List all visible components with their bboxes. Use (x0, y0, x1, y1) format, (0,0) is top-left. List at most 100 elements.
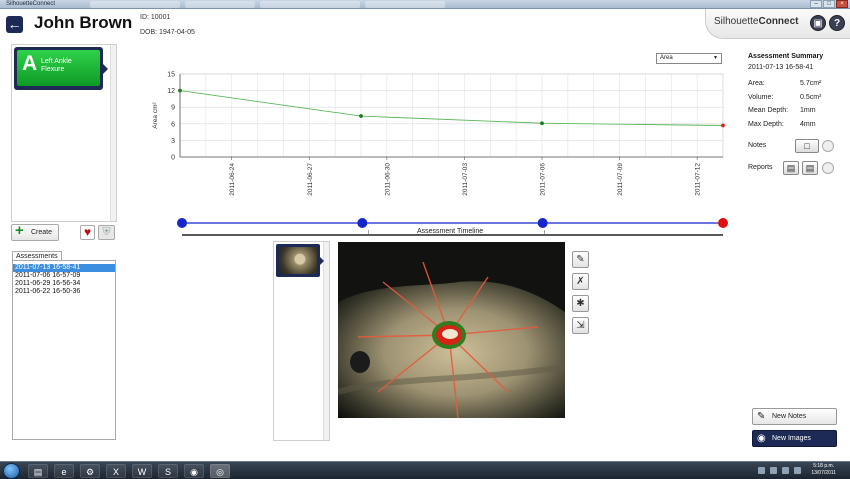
spreadsheet-icon[interactable]: X (106, 464, 126, 478)
y-tick-label: 3 (171, 138, 175, 145)
document-icon[interactable]: W (132, 464, 152, 478)
metric-select[interactable]: Area ▼ (656, 53, 722, 64)
export-icon: ⇲ (576, 320, 585, 331)
window-title: SilhouetteConnect (6, 1, 56, 7)
new-notes-button[interactable]: ✎ New Notes (752, 408, 837, 425)
y-tick-label: 15 (167, 72, 175, 79)
report-button-1[interactable]: ▤ (783, 161, 799, 175)
assessments-list: 2011-07-13 16-58-41 2011-07-06 16-57-09 20… (12, 260, 116, 440)
summary-label: Max Depth: (748, 120, 784, 128)
start-button[interactable] (3, 463, 20, 479)
assessment-item[interactable]: 2011-07-06 16-57-09 (13, 272, 115, 280)
y-tick-label: 0 (171, 155, 175, 162)
x-tick-label: 2011-06-24 (229, 163, 236, 196)
axes-icon: ✱ (576, 298, 585, 309)
clock-date: 13/07/2011 (811, 470, 836, 476)
brand-logo: SilhouetteConnect (714, 16, 798, 27)
silhouette-app-icon[interactable]: ◎ (210, 464, 230, 478)
report-button-2[interactable]: ▤ (802, 161, 818, 175)
chat-icon[interactable]: S (158, 464, 178, 478)
tools-icon[interactable]: ⚙ (80, 464, 100, 478)
firefox-icon[interactable]: ◉ (184, 464, 204, 478)
taskbar: ▤ e ⚙ X W S ◉ ◎ 5:18 p.m. 13/07/2011 (0, 461, 850, 479)
notes-info-icon[interactable] (822, 140, 834, 152)
maximize-button[interactable]: □ (823, 0, 835, 8)
wound-label: Left Ankle Flexure (41, 58, 72, 73)
wound-card-face: A Left Ankle Flexure (17, 50, 100, 86)
summary-value: 5.7cm² (800, 80, 822, 87)
new-images-button[interactable]: ◉ New Images (752, 430, 837, 447)
help-icon[interactable]: ? (829, 15, 845, 31)
new-notes-icon: ✎ (757, 411, 766, 422)
lock-icon[interactable]: ▣ (810, 15, 826, 31)
notes-label: Notes (748, 142, 767, 149)
brand-text-1: Silhouette (714, 16, 759, 27)
wound-photo[interactable] (338, 242, 565, 418)
wound-card[interactable]: A Left Ankle Flexure (14, 47, 103, 90)
y-tick-label: 12 (167, 88, 175, 95)
export-tool-button[interactable]: ⇲ (572, 317, 589, 334)
new-notes-label: New Notes (772, 413, 807, 420)
trace-tool-button[interactable]: ✗ (572, 273, 589, 290)
thumbnail-scrollbar[interactable] (323, 242, 329, 440)
data-point (721, 123, 725, 128)
pencil-tool-button[interactable]: ✎ (572, 251, 589, 268)
summary-value: 0.5cm³ (800, 93, 822, 101)
summary-label: Volume: (748, 93, 774, 101)
thumbnail-image (279, 247, 317, 274)
close-button[interactable]: × (836, 0, 848, 8)
background-tab (90, 1, 180, 8)
create-button[interactable]: + Create (11, 223, 59, 241)
camera-icon: ◉ (757, 433, 766, 444)
report-icon: ▤ (805, 163, 815, 173)
pencil-icon: ✎ (576, 254, 585, 265)
reports-info-icon[interactable] (822, 162, 834, 174)
y-tick-label: 6 (171, 121, 175, 128)
tray-icon[interactable] (782, 467, 789, 474)
new-images-label: New Images (772, 435, 811, 442)
summary-label: Mean Depth: (748, 107, 789, 114)
system-tray: 5:18 p.m. 13/07/2011 (750, 462, 850, 479)
system-clock[interactable]: 5:18 p.m. 13/07/2011 (811, 463, 836, 477)
assessment-item[interactable]: 2011-07-13 16-58-41 (13, 264, 115, 272)
tray-icon[interactable] (794, 467, 801, 474)
view-notes-button[interactable]: □ (795, 139, 819, 153)
tray-icon[interactable] (758, 467, 765, 474)
minimize-button[interactable]: – (810, 0, 822, 8)
back-arrow-icon: ← (7, 16, 22, 32)
image-thumbnail[interactable] (276, 244, 320, 277)
selection-pointer-icon (102, 63, 108, 75)
timeline-marker[interactable] (537, 218, 548, 228)
summary-label: Area: (748, 80, 765, 87)
background-tab (365, 1, 445, 8)
patient-name: John Brown (34, 13, 133, 32)
patient-dob: DOB: 1947-04-05 (140, 29, 195, 36)
metric-select-value: Area (660, 55, 673, 61)
brand-text-2: Connect (758, 16, 799, 27)
wound-list-scrollbar[interactable] (110, 45, 116, 221)
timeline-marker[interactable] (177, 218, 187, 228)
assessment-item[interactable]: 2011-06-29 16-56-34 (13, 280, 115, 288)
timeline-marker[interactable] (718, 218, 728, 228)
plot-area (179, 73, 724, 158)
back-button[interactable]: ← (6, 16, 23, 33)
timeline-marker[interactable] (357, 218, 368, 228)
report-icon: ▤ (786, 163, 796, 173)
assessment-item[interactable]: 2011-06-22 16-50-36 (13, 288, 115, 296)
summary-value: 1mm (800, 107, 816, 114)
x-tick-label: 2011-07-06 (540, 163, 547, 196)
heart-icon[interactable]: ♥ (80, 225, 95, 240)
axes-tool-button[interactable]: ✱ (572, 295, 589, 312)
x-tick-label: 2011-06-30 (384, 163, 391, 196)
tray-icon[interactable] (770, 467, 777, 474)
data-point (540, 121, 544, 126)
patient-id: ID: 10001 (140, 14, 171, 21)
thumbnail-pointer-icon (319, 256, 324, 266)
browser-icon[interactable]: e (54, 464, 74, 478)
summary-title: Assessment Summary (748, 53, 824, 60)
background-tab (185, 1, 255, 8)
explorer-icon[interactable]: ▤ (28, 464, 48, 478)
wound-letter: A (22, 52, 38, 75)
window-titlebar: SilhouetteConnect – □ × (0, 0, 850, 9)
shield-icon[interactable]: ⛨ (98, 225, 115, 240)
